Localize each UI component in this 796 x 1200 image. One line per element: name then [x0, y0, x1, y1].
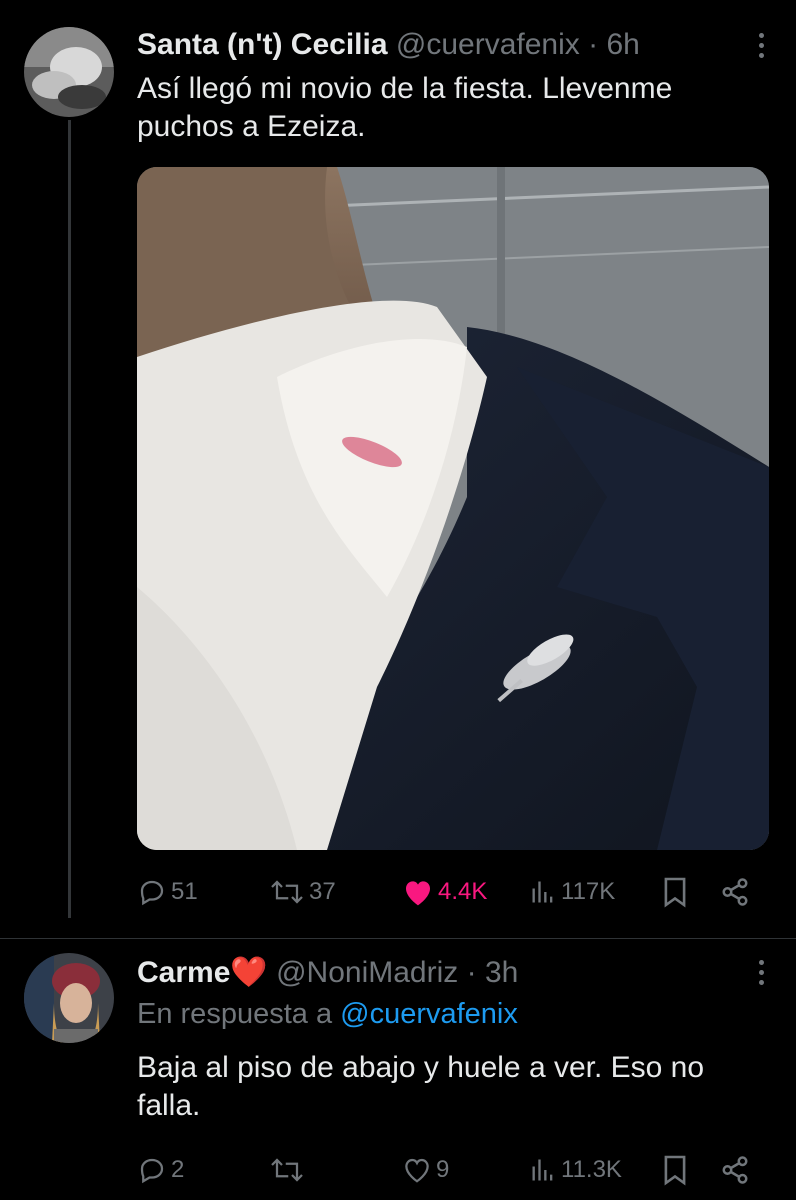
share-button[interactable]	[720, 872, 750, 912]
like-button[interactable]: 9	[402, 1150, 449, 1190]
retweet-icon	[271, 880, 303, 904]
avatar-photo	[24, 953, 114, 1043]
photo-man-collar-lipstick	[137, 167, 769, 850]
more-options-icon[interactable]	[756, 33, 766, 63]
reply-count: 51	[171, 878, 198, 905]
views-chart-icon	[532, 1159, 553, 1181]
thread-line	[68, 120, 71, 918]
tweet-actions: 51 37 4.4K 117K	[137, 872, 767, 912]
reply-button[interactable]: 51	[137, 872, 198, 912]
tweet-media-image[interactable]	[137, 167, 769, 850]
avatar-photo	[24, 27, 114, 117]
bookmark-icon	[664, 1155, 686, 1186]
like-button[interactable]: 4.4K	[402, 872, 487, 912]
reply-handle-link[interactable]: @cuervafenix	[340, 998, 518, 1030]
reply-context: En respuesta a @cuervafenix	[137, 998, 518, 1031]
tweet-header: Santa (n't) Cecilia @cuervafenix · 6h	[137, 28, 640, 62]
heart-emoji: ❤️	[230, 956, 268, 989]
retweet-icon	[271, 1158, 303, 1182]
timestamp[interactable]: 6h	[606, 28, 639, 61]
separator-dot: ·	[466, 956, 477, 989]
tweet-header: Carme❤️ @NoniMadriz · 3h	[137, 955, 518, 990]
avatar[interactable]	[24, 953, 114, 1043]
tweet-actions: 2 9 11.3K	[137, 1150, 767, 1190]
avatar[interactable]	[24, 27, 114, 117]
like-count: 4.4K	[438, 878, 488, 905]
reply-icon	[140, 1158, 164, 1184]
heart-outline-icon	[405, 1158, 429, 1183]
heart-filled-icon	[406, 881, 430, 906]
bookmark-button[interactable]	[662, 1150, 688, 1190]
reply-icon	[140, 880, 164, 906]
share-icon	[722, 878, 748, 906]
share-button[interactable]	[720, 1150, 750, 1190]
reply-count: 2	[171, 1156, 185, 1183]
tweet-2[interactable]: Carme❤️ @NoniMadriz · 3h En respuesta a …	[0, 939, 796, 1200]
views-button[interactable]: 117K	[529, 872, 615, 912]
view-count: 11.3K	[561, 1156, 622, 1183]
author-handle[interactable]: @cuervafenix	[396, 28, 580, 61]
tweet-text: Así llegó mi novio de la fiesta. Llevenm…	[137, 72, 673, 143]
like-count: 9	[436, 1156, 450, 1183]
retweet-button[interactable]	[269, 1150, 309, 1190]
retweet-button[interactable]: 37	[269, 872, 336, 912]
view-count: 117K	[561, 878, 616, 905]
views-chart-icon	[532, 881, 553, 903]
bookmark-button[interactable]	[662, 872, 688, 912]
bookmark-icon	[664, 877, 686, 908]
separator-dot: ·	[588, 28, 599, 61]
retweet-count: 37	[309, 878, 336, 905]
more-options-icon[interactable]	[756, 960, 766, 990]
tweet-1[interactable]: Santa (n't) Cecilia @cuervafenix · 6h As…	[0, 0, 796, 940]
reply-button[interactable]: 2	[137, 1150, 184, 1190]
views-button[interactable]: 11.3K	[529, 1150, 622, 1190]
author-handle[interactable]: @NoniMadriz	[276, 956, 458, 989]
reply-prefix: En respuesta a	[137, 998, 333, 1030]
share-icon	[722, 1156, 748, 1184]
author-name[interactable]: Santa (n't) Cecilia	[137, 28, 388, 61]
author-name[interactable]: Carme	[137, 956, 230, 989]
tweet-text: Baja al piso de abajo y huele a ver. Eso…	[137, 1051, 705, 1122]
timestamp[interactable]: 3h	[485, 956, 518, 989]
